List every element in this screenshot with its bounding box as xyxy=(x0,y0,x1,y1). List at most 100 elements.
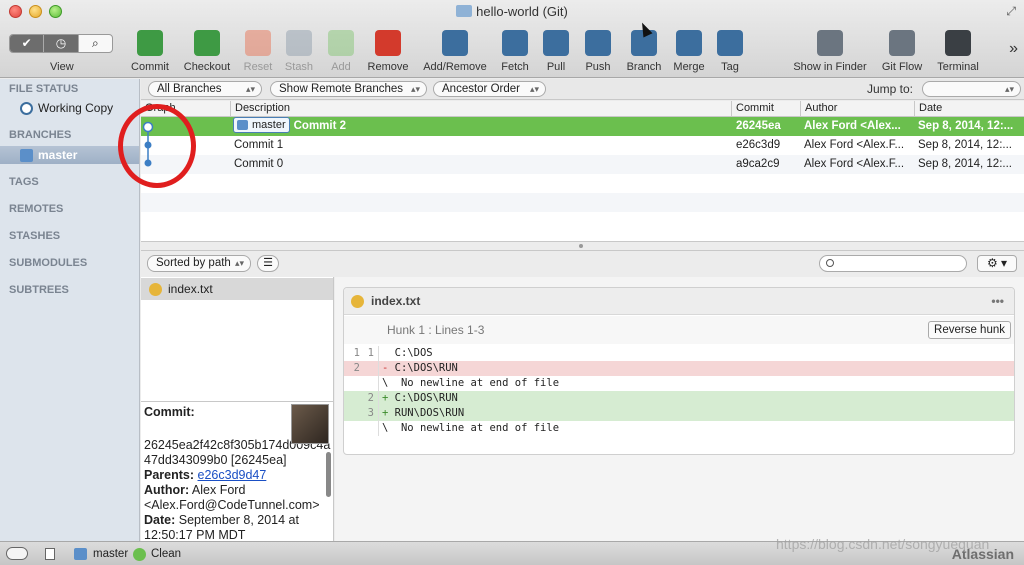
chevron-updown-icon: ▴▾ xyxy=(1004,84,1014,94)
column-commit[interactable]: Commit xyxy=(732,102,774,114)
chevron-updown-icon: ▴▾ xyxy=(410,84,420,94)
view-segmented-control[interactable]: ✔ ◷ ⌕ xyxy=(9,34,113,53)
fullscreen-icon[interactable]: ⤢ xyxy=(1006,4,1016,19)
search-view-button[interactable]: ⌕ xyxy=(79,35,112,52)
folder-icon xyxy=(456,5,473,17)
diff-line[interactable]: \ No newline at end of file xyxy=(344,376,1014,391)
add-remove-button[interactable]: Add/Remove xyxy=(420,30,490,74)
pane-splitter[interactable] xyxy=(141,241,1024,251)
column-date[interactable]: Date xyxy=(915,102,942,114)
file-list: index.txt xyxy=(141,277,334,401)
checkout-button[interactable]: Checkout xyxy=(183,30,231,74)
log-view-button[interactable]: ◷ xyxy=(44,35,79,52)
sidebar-item-working-copy[interactable]: Working Copy xyxy=(0,99,139,117)
diff-line-text: No newline at end of file xyxy=(394,377,560,389)
window-title-text: hello-world (Git) xyxy=(476,4,568,19)
dropdown-value: Show Remote Branches xyxy=(279,83,404,95)
sort-dropdown[interactable]: Sorted by path ▴▾ xyxy=(147,255,251,272)
git-flow-button[interactable]: Git Flow xyxy=(878,30,926,74)
add-icon xyxy=(328,30,354,56)
toolbar-button-label: Add/Remove xyxy=(423,61,487,73)
pull-button[interactable]: Pull xyxy=(537,30,575,74)
terminal-button[interactable]: Terminal xyxy=(932,30,984,74)
show-in-finder-button[interactable]: Show in Finder xyxy=(790,30,870,74)
diff-line[interactable]: 2 + C:\DOS\RUN xyxy=(344,391,1014,406)
diff-gutter xyxy=(378,406,379,421)
sidebar-heading-remotes[interactable]: REMOTES xyxy=(9,203,63,215)
scrollbar[interactable] xyxy=(326,452,331,497)
column-author[interactable]: Author xyxy=(801,102,837,114)
diff-line[interactable]: 2 - C:\DOS\RUN xyxy=(344,361,1014,376)
diff-marker: + xyxy=(382,392,389,404)
toolbar-button-label: Add xyxy=(331,61,351,73)
fetch-button[interactable]: Fetch xyxy=(496,30,534,74)
commit-date: Sep 8, 2014, 12:... xyxy=(918,158,1012,170)
push-button[interactable]: Push xyxy=(579,30,617,74)
toolbar-button-label: Merge xyxy=(673,61,705,73)
branch-label-master[interactable]: master xyxy=(233,117,290,133)
fetch-icon xyxy=(502,30,528,56)
diff-line[interactable]: 11 C:\DOS xyxy=(344,346,1014,361)
toolbar-button-label: Pull xyxy=(546,61,566,73)
splitter-handle-icon[interactable] xyxy=(579,244,583,248)
commit-date: Sep 8, 2014, 12:... xyxy=(918,120,1014,132)
checkout-icon xyxy=(194,30,220,56)
sidebar-heading-subtrees[interactable]: SUBTREES xyxy=(9,284,69,296)
tag-button[interactable]: Tag xyxy=(711,30,749,74)
log-filter-bar: All Branches ▴▾ Show Remote Branches ▴▾ An… xyxy=(141,79,1024,100)
commit-author: Alex Ford <Alex.F... xyxy=(804,139,905,151)
diff-file-name: index.txt xyxy=(371,294,421,308)
diff-line[interactable]: \ No newline at end of file xyxy=(344,421,1014,436)
date-label: Date: xyxy=(144,513,176,527)
toolbar-button-label: Fetch xyxy=(501,61,529,73)
toggle-panel-button[interactable] xyxy=(45,548,55,560)
commit-hash: e26c3d9 xyxy=(736,139,781,151)
more-options-button[interactable]: ••• xyxy=(991,288,1004,315)
toolbar-button-label: Commit xyxy=(131,61,169,73)
diff-line-text: C:\DOS\RUN xyxy=(394,392,458,404)
branches-filter-dropdown[interactable]: All Branches ▴▾ xyxy=(148,81,262,97)
commit-row[interactable]: Commit 1 e26c3d9 Alex Ford <Alex.F... Se… xyxy=(141,136,1024,155)
diff-line[interactable]: 3 + RUN\DOS\RUN xyxy=(344,406,1014,421)
empty-row xyxy=(141,193,1024,212)
hunk-header: Hunk 1 : Lines 1-3 Reverse hunk xyxy=(344,316,1014,344)
order-dropdown[interactable]: Ancestor Order ▴▾ xyxy=(433,81,546,97)
merge-button[interactable]: Merge xyxy=(667,30,711,74)
branch-icon xyxy=(20,149,33,162)
old-line-number: 1 xyxy=(353,347,360,359)
search-input[interactable] xyxy=(819,255,967,272)
sidebar-heading-branches[interactable]: BRANCHES xyxy=(9,129,71,141)
diff-marker: \ xyxy=(382,422,389,434)
toolbar-button-label: Remove xyxy=(367,61,409,73)
remove-button[interactable]: Remove xyxy=(365,30,411,74)
sidebar-heading-submodules[interactable]: SUBMODULES xyxy=(9,257,87,269)
sidebar-heading-tags[interactable]: TAGS xyxy=(9,176,39,188)
parent-commit-link[interactable]: e26c3d9d47 xyxy=(198,468,267,482)
list-view-button[interactable]: ☰ xyxy=(257,255,279,272)
diff-panel: index.txt ••• Hunk 1 : Lines 1-3 Reverse h… xyxy=(335,277,1024,541)
empty-row xyxy=(141,174,1024,193)
file-list-item[interactable]: index.txt xyxy=(141,278,333,300)
jump-to-dropdown[interactable]: ▴▾ xyxy=(922,81,1021,97)
add-remove-icon xyxy=(442,30,468,56)
toggle-sidebar-button[interactable] xyxy=(6,547,28,560)
toolbar-overflow-button[interactable]: » xyxy=(1009,40,1018,58)
commit-button[interactable]: Commit xyxy=(128,30,172,74)
title-toolbar: hello-world (Git) ⤢ ✔ ◷ ⌕ View Commit Che… xyxy=(0,0,1024,78)
chevron-updown-icon: ▴▾ xyxy=(529,84,539,94)
diff-line-content: + C:\DOS\RUN xyxy=(382,391,458,406)
sidebar-heading-file-status[interactable]: FILE STATUS xyxy=(9,83,78,95)
settings-menu-button[interactable]: ⚙ ▾ xyxy=(977,255,1017,272)
commit-row[interactable]: Commit 0 a9ca2c9 Alex Ford <Alex.F... Se… xyxy=(141,155,1024,174)
diff-line-text: No newline at end of file xyxy=(394,422,560,434)
file-status-view-button[interactable]: ✔ xyxy=(10,35,45,52)
jump-to-label: Jump to: xyxy=(867,82,914,96)
sidebar-heading-stashes[interactable]: STASHES xyxy=(9,230,60,242)
diff-file-box: index.txt ••• Hunk 1 : Lines 1-3 Reverse h… xyxy=(343,287,1015,455)
column-description[interactable]: Description xyxy=(231,102,290,114)
commit-row[interactable]: master Commit 2 26245ea Alex Ford <Alex..… xyxy=(141,117,1024,136)
reverse-hunk-button[interactable]: Reverse hunk xyxy=(928,321,1011,339)
remote-branches-dropdown[interactable]: Show Remote Branches ▴▾ xyxy=(270,81,427,97)
diff-line-content: + RUN\DOS\RUN xyxy=(382,406,464,421)
repo-state: Clean xyxy=(151,548,182,560)
